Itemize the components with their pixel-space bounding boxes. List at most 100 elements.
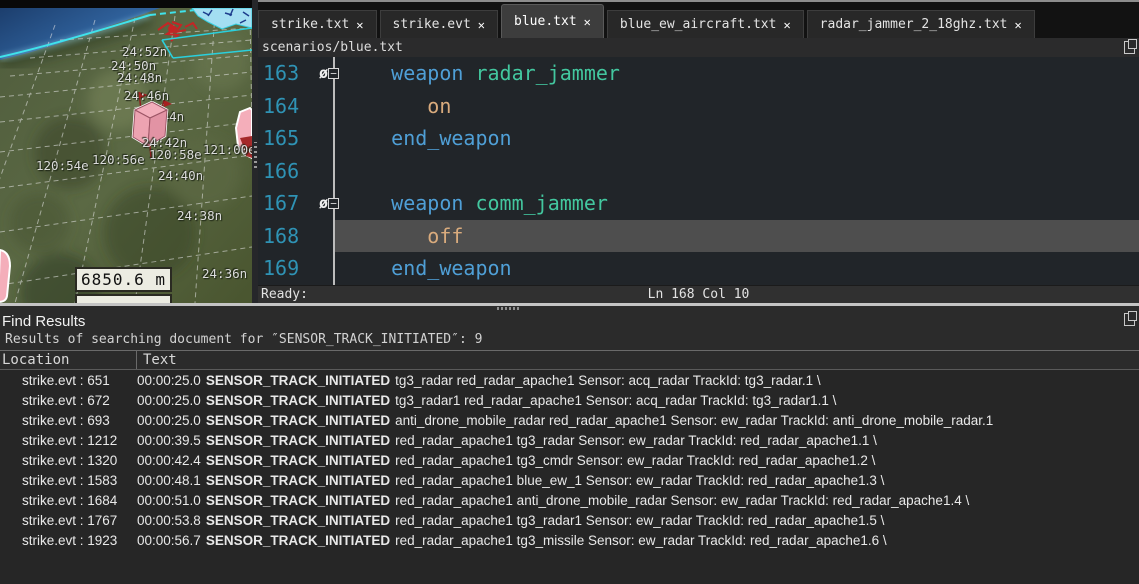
file-path-bar: scenarios/blue.txt (258, 38, 1139, 57)
line-number[interactable]: 164 (258, 94, 314, 118)
result-keyword: SENSOR_TRACK_INITIATED (206, 473, 390, 488)
result-location[interactable]: strike.evt : 1767 (0, 513, 137, 528)
result-row[interactable]: strike.evt : 176700:00:53.8SENSOR_TRACK_… (0, 510, 1139, 530)
result-row[interactable]: strike.evt : 121200:00:39.5SENSOR_TRACK_… (0, 430, 1139, 450)
fold-gutter[interactable] (314, 220, 335, 253)
code-editor[interactable]: 163ø− weapon radar_jammer164 on165 end_w… (258, 57, 1139, 285)
result-detail: anti_drone_mobile_radar red_radar_apache… (395, 413, 993, 428)
result-time: 00:00:25.0 (137, 393, 201, 408)
line-text[interactable]: end_weapon (335, 122, 1139, 155)
latitude-label: 24:40n (158, 168, 203, 183)
code-line[interactable]: 168 off (258, 220, 1139, 253)
close-icon[interactable]: ✕ (783, 18, 790, 32)
hidden-region-icon[interactable]: ø (319, 66, 328, 81)
code-token: weapon (391, 191, 463, 215)
line-number[interactable]: 163 (258, 61, 314, 85)
line-number[interactable]: 166 (258, 159, 314, 183)
find-results-panel: Find Results Results of searching docume… (0, 306, 1139, 584)
result-text[interactable]: 00:00:39.5SENSOR_TRACK_INITIATEDred_rada… (137, 433, 1139, 448)
close-icon[interactable]: ✕ (584, 15, 591, 29)
close-icon[interactable]: ✕ (1015, 18, 1022, 32)
map-pane[interactable]: 24:52n24:50n24:48n24:46n24:44n24:42n24:4… (0, 0, 252, 303)
fold-gutter[interactable]: ø− (314, 187, 335, 220)
line-number[interactable]: 165 (258, 126, 314, 150)
file-path: scenarios/blue.txt (262, 40, 403, 55)
result-text[interactable]: 00:00:25.0SENSOR_TRACK_INITIATEDanti_dro… (137, 413, 1139, 428)
fold-gutter[interactable] (314, 155, 335, 188)
splitter-grip-icon (497, 307, 521, 310)
search-summary: Results of searching document for ″SENSO… (0, 332, 1139, 350)
code-token (343, 256, 391, 280)
result-row[interactable]: strike.evt : 192300:00:56.7SENSOR_TRACK_… (0, 530, 1139, 550)
code-line[interactable]: 166 (258, 155, 1139, 188)
tab-blue-ew-aircraft-txt[interactable]: blue_ew_aircraft.txt✕ (607, 10, 804, 38)
result-row[interactable]: strike.evt : 67200:00:25.0SENSOR_TRACK_I… (0, 390, 1139, 410)
fold-collapse-icon[interactable]: − (328, 198, 339, 209)
map-scale-indicator-partial (75, 294, 172, 303)
line-number[interactable]: 169 (258, 256, 314, 280)
result-row[interactable]: strike.evt : 158300:00:48.1SENSOR_TRACK_… (0, 470, 1139, 490)
result-text[interactable]: 00:00:56.7SENSOR_TRACK_INITIATEDred_rada… (137, 533, 1139, 548)
result-location[interactable]: strike.evt : 1212 (0, 433, 137, 448)
result-text[interactable]: 00:00:53.8SENSOR_TRACK_INITIATEDred_rada… (137, 513, 1139, 528)
result-row[interactable]: strike.evt : 69300:00:25.0SENSOR_TRACK_I… (0, 410, 1139, 430)
code-line[interactable]: 165 end_weapon (258, 122, 1139, 155)
result-text[interactable]: 00:00:48.1SENSOR_TRACK_INITIATEDred_rada… (137, 473, 1139, 488)
result-location[interactable]: strike.evt : 1583 (0, 473, 137, 488)
fold-gutter[interactable] (314, 122, 335, 155)
fold-gutter[interactable] (314, 90, 335, 123)
code-token (463, 191, 475, 215)
line-number[interactable]: 168 (258, 224, 314, 248)
document-icon[interactable] (1124, 313, 1135, 326)
result-detail: red_radar_apache1 tg3_cmdr Sensor: ew_ra… (395, 453, 875, 468)
code-token: weapon (391, 61, 463, 85)
code-line[interactable]: 164 on (258, 90, 1139, 123)
column-header-text[interactable]: Text (137, 351, 177, 369)
tab-radar-jammer-2-18ghz-txt[interactable]: radar_jammer_2_18ghz.txt ✕ (807, 10, 1035, 38)
current-line-text[interactable]: off (335, 220, 1139, 253)
result-keyword: SENSOR_TRACK_INITIATED (206, 413, 390, 428)
code-line[interactable]: 169 end_weapon (258, 252, 1139, 285)
code-token (463, 61, 475, 85)
close-icon[interactable]: ✕ (478, 18, 485, 32)
result-row[interactable]: strike.evt : 132000:00:42.4SENSOR_TRACK_… (0, 450, 1139, 470)
tab-bar: strike.txt✕strike.evt✕blue.txt✕blue_ew_a… (258, 2, 1139, 38)
result-location[interactable]: strike.evt : 1684 (0, 493, 137, 508)
result-location[interactable]: strike.evt : 1923 (0, 533, 137, 548)
line-text[interactable]: weapon radar_jammer (335, 57, 1139, 90)
fold-collapse-icon[interactable]: − (328, 68, 339, 79)
tab-strike-txt[interactable]: strike.txt ✕ (258, 10, 377, 38)
result-text[interactable]: 00:00:42.4SENSOR_TRACK_INITIATEDred_rada… (137, 453, 1139, 468)
result-location[interactable]: strike.evt : 672 (0, 393, 137, 408)
result-time: 00:00:39.5 (137, 433, 201, 448)
result-location[interactable]: strike.evt : 1320 (0, 453, 137, 468)
line-text[interactable]: on (335, 90, 1139, 123)
fold-gutter[interactable] (314, 252, 335, 285)
map-top-strip (0, 0, 252, 8)
close-icon[interactable]: ✕ (356, 18, 363, 32)
line-text[interactable] (335, 155, 1139, 188)
document-icon[interactable] (1124, 41, 1135, 54)
result-text[interactable]: 00:00:25.0SENSOR_TRACK_INITIATEDtg3_rada… (137, 393, 1139, 408)
result-text[interactable]: 00:00:51.0SENSOR_TRACK_INITIATEDred_rada… (137, 493, 1139, 508)
hidden-region-icon[interactable]: ø (319, 196, 328, 211)
map-viewport[interactable]: 24:52n24:50n24:48n24:46n24:44n24:42n24:4… (0, 8, 252, 303)
line-text[interactable]: weapon comm_jammer (335, 187, 1139, 220)
result-row[interactable]: strike.evt : 168400:00:51.0SENSOR_TRACK_… (0, 490, 1139, 510)
tab-label: radar_jammer_2_18ghz.txt (820, 17, 1008, 32)
tab-blue-txt[interactable]: blue.txt✕ (501, 4, 604, 38)
result-text[interactable]: 00:00:25.0SENSOR_TRACK_INITIATEDtg3_rada… (137, 373, 1139, 388)
line-text[interactable]: end_weapon (335, 252, 1139, 285)
result-row[interactable]: strike.evt : 65100:00:25.0SENSOR_TRACK_I… (0, 370, 1139, 390)
tab-strike-evt[interactable]: strike.evt✕ (380, 10, 499, 38)
result-location[interactable]: strike.evt : 693 (0, 413, 137, 428)
column-header-location[interactable]: Location (0, 351, 137, 369)
line-number[interactable]: 167 (258, 191, 314, 215)
code-line[interactable]: 163ø− weapon radar_jammer (258, 57, 1139, 90)
unit-bottom-left[interactable] (0, 250, 10, 302)
longitude-label: 120:54e (36, 158, 89, 173)
tab-label: strike.txt (271, 17, 349, 32)
code-line[interactable]: 167ø− weapon comm_jammer (258, 187, 1139, 220)
fold-gutter[interactable]: ø− (314, 57, 335, 90)
result-location[interactable]: strike.evt : 651 (0, 373, 137, 388)
